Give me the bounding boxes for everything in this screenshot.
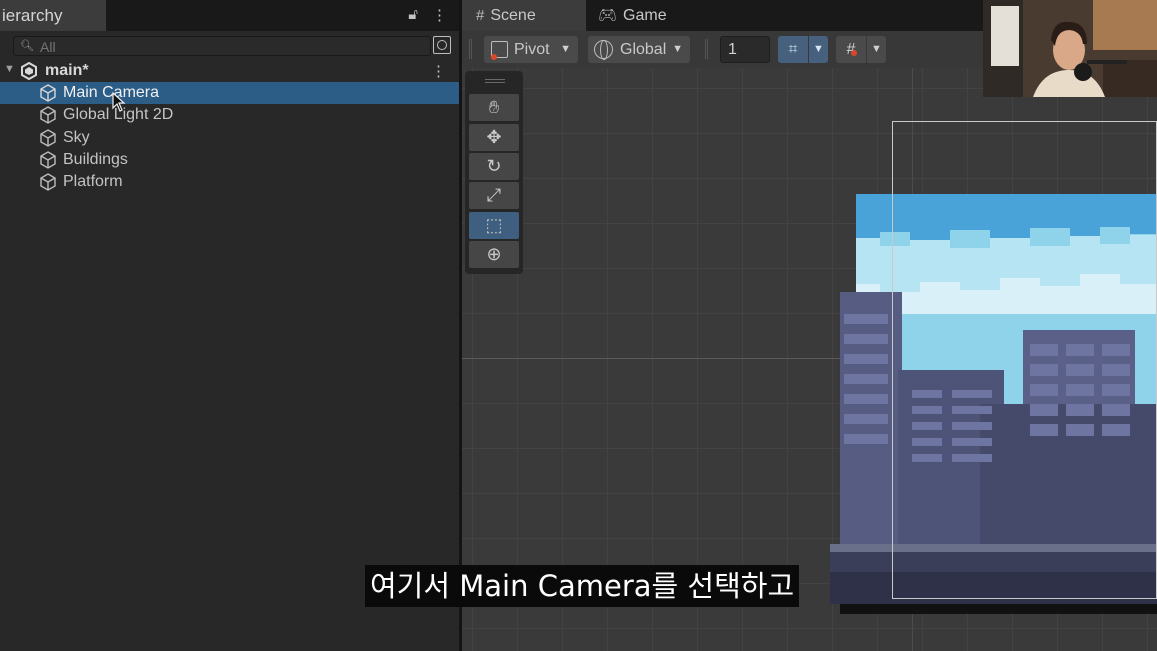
unity-scene-icon — [21, 62, 37, 80]
scene-row-main[interactable]: ▼ main* ⋮ — [0, 60, 459, 82]
scale-tool-icon[interactable]: ⤢ — [469, 182, 519, 209]
hand-tool-icon[interactable]: ✋︎ — [469, 94, 519, 121]
kebab-menu-icon[interactable]: ⋮ — [432, 6, 447, 24]
transform-tool-icon[interactable]: ⊕ — [469, 241, 519, 268]
toolbar-separator — [705, 39, 708, 59]
global-label: Global — [620, 41, 667, 58]
tool-palette: ✋︎ ✥ ↻ ⤢ ⬚ ⊕ — [465, 71, 523, 274]
scene-name: main* — [45, 62, 89, 79]
hierarchy-item-label: Platform — [63, 173, 123, 190]
move-tool-icon[interactable]: ✥ — [469, 124, 519, 151]
globe-icon — [594, 40, 613, 60]
hierarchy-tab-label: ierarchy — [2, 6, 63, 25]
gameobject-cube-icon — [40, 151, 56, 169]
pivot-label: Pivot — [514, 41, 550, 58]
tab-scene[interactable]: # Scene — [462, 0, 586, 31]
hierarchy-item-sky[interactable]: Sky — [0, 127, 459, 149]
rotate-tool-icon[interactable]: ↻ — [469, 153, 519, 180]
grid-size-field[interactable]: 1 — [720, 36, 770, 63]
expand-arrow-icon[interactable]: ▼ — [4, 63, 15, 75]
hierarchy-search-row: 🔍︎ — [0, 31, 459, 59]
presenter-video — [983, 0, 1157, 97]
hierarchy-panel: ierarchy 🔓︎ ⋮ 🔍︎ ▼ main* ⋮ Main Camera G… — [0, 0, 459, 651]
snap-toggle-icon[interactable]: ⌗ — [778, 36, 808, 63]
hierarchy-item-label: Sky — [63, 129, 90, 146]
scene-kebab-icon[interactable]: ⋮ — [431, 62, 446, 80]
lock-icon[interactable]: 🔓︎ — [408, 6, 418, 24]
grid-dropdown-icon[interactable]: ▼ — [867, 36, 886, 63]
pivot-dropdown[interactable]: Pivot ▼ — [484, 36, 578, 63]
rect-tool-icon[interactable]: ⬚ — [469, 212, 519, 239]
gameobject-cube-icon — [40, 173, 56, 191]
toolbar-grip[interactable] — [469, 39, 472, 59]
scene-search-icon[interactable] — [433, 36, 451, 54]
scene-panel: # Scene 🎮︎ Game Pivot ▼ Global ▼ 1 ⌗ ▼ # ▼… — [462, 0, 1157, 651]
tab-scene-label: Scene — [490, 7, 536, 24]
global-dropdown[interactable]: Global ▼ — [588, 36, 690, 63]
snap-dropdown-icon[interactable]: ▼ — [809, 36, 828, 63]
hierarchy-tab-bar: ierarchy 🔓︎ ⋮ — [0, 0, 459, 31]
gameobject-cube-icon — [40, 129, 56, 147]
gamepad-icon: 🎮︎ — [598, 7, 618, 24]
webcam-overlay — [983, 0, 1157, 97]
grid-snapping-icon[interactable]: # — [836, 36, 866, 63]
gameobject-cube-icon — [40, 84, 56, 102]
hierarchy-item-label: Buildings — [63, 151, 128, 168]
hierarchy-item-global-light-2d[interactable]: Global Light 2D — [0, 104, 459, 126]
hierarchy-item-main-camera[interactable]: Main Camera — [0, 82, 459, 104]
caret-down-icon: ▼ — [560, 43, 571, 55]
camera-gizmo-frame[interactable] — [892, 121, 1157, 599]
scene-viewport[interactable]: ✋︎ ✥ ↻ ⤢ ⬚ ⊕ — [462, 68, 1157, 651]
grid-hash-icon: # — [476, 7, 485, 24]
palette-grip[interactable] — [485, 79, 505, 83]
search-icon: 🔍︎ — [20, 40, 34, 52]
pivot-icon — [491, 41, 508, 60]
gameobject-cube-icon — [40, 106, 56, 124]
mouse-cursor-icon — [112, 92, 126, 112]
tab-game[interactable]: 🎮︎ Game — [586, 0, 706, 31]
tab-game-label: Game — [623, 7, 667, 24]
hierarchy-search-input[interactable] — [40, 38, 400, 56]
hierarchy-tab-actions: 🔓︎ ⋮ — [408, 6, 447, 24]
tab-hierarchy[interactable]: ierarchy — [0, 0, 106, 31]
subtitle-caption: 여기서 Main Camera를 선택하고 — [365, 565, 800, 607]
caret-down-icon: ▼ — [672, 43, 683, 55]
hierarchy-item-platform[interactable]: Platform — [0, 171, 459, 193]
hierarchy-search-box[interactable]: 🔍︎ — [13, 36, 431, 56]
hierarchy-item-buildings[interactable]: Buildings — [0, 149, 459, 171]
